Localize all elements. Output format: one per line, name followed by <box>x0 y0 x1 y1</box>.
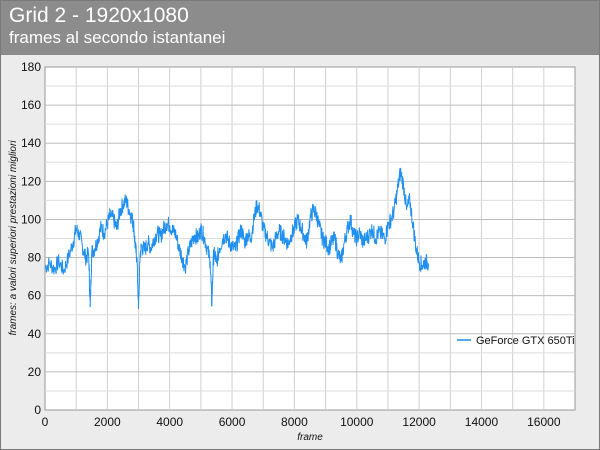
x-tick-label: 8000 <box>281 415 308 429</box>
y-tick-label: 80 <box>28 251 42 265</box>
legend-label: GeForce GTX 650Ti <box>476 335 575 347</box>
x-tick-label: 4000 <box>156 415 183 429</box>
x-tick-label: 6000 <box>219 415 246 429</box>
y-tick-label: 100 <box>21 212 41 226</box>
x-axis-label: frame <box>297 432 323 443</box>
y-tick-label: 140 <box>21 136 41 150</box>
line-chart: 0 20 40 60 80 100 120 140 160 180 0 2000 4000 6000 80… <box>8 60 576 443</box>
x-tick-label: 2000 <box>94 415 121 429</box>
y-tick-label: 180 <box>21 60 41 74</box>
chart-frame: Grid 2 - 1920x1080 frames al secondo ist… <box>0 0 600 450</box>
x-tick-label: 10000 <box>340 415 374 429</box>
x-tick-label: 16000 <box>527 415 561 429</box>
y-tick-label: 60 <box>28 289 42 303</box>
y-tick-label: 120 <box>21 174 41 188</box>
y-tick-label: 20 <box>28 365 42 379</box>
y-ticks: 0 20 40 60 80 100 120 140 160 180 <box>21 60 41 417</box>
y-tick-label: 0 <box>34 403 41 417</box>
x-ticks: 0 2000 4000 6000 8000 10000 12000 14000 16000 <box>42 415 561 429</box>
x-tick-label: 0 <box>42 415 49 429</box>
y-tick-label: 40 <box>28 327 42 341</box>
x-tick-label: 12000 <box>402 415 436 429</box>
y-axis-label: frames: a valori superiori prestazioni m… <box>8 140 19 336</box>
x-tick-label: 14000 <box>465 415 499 429</box>
y-tick-label: 160 <box>21 98 41 112</box>
